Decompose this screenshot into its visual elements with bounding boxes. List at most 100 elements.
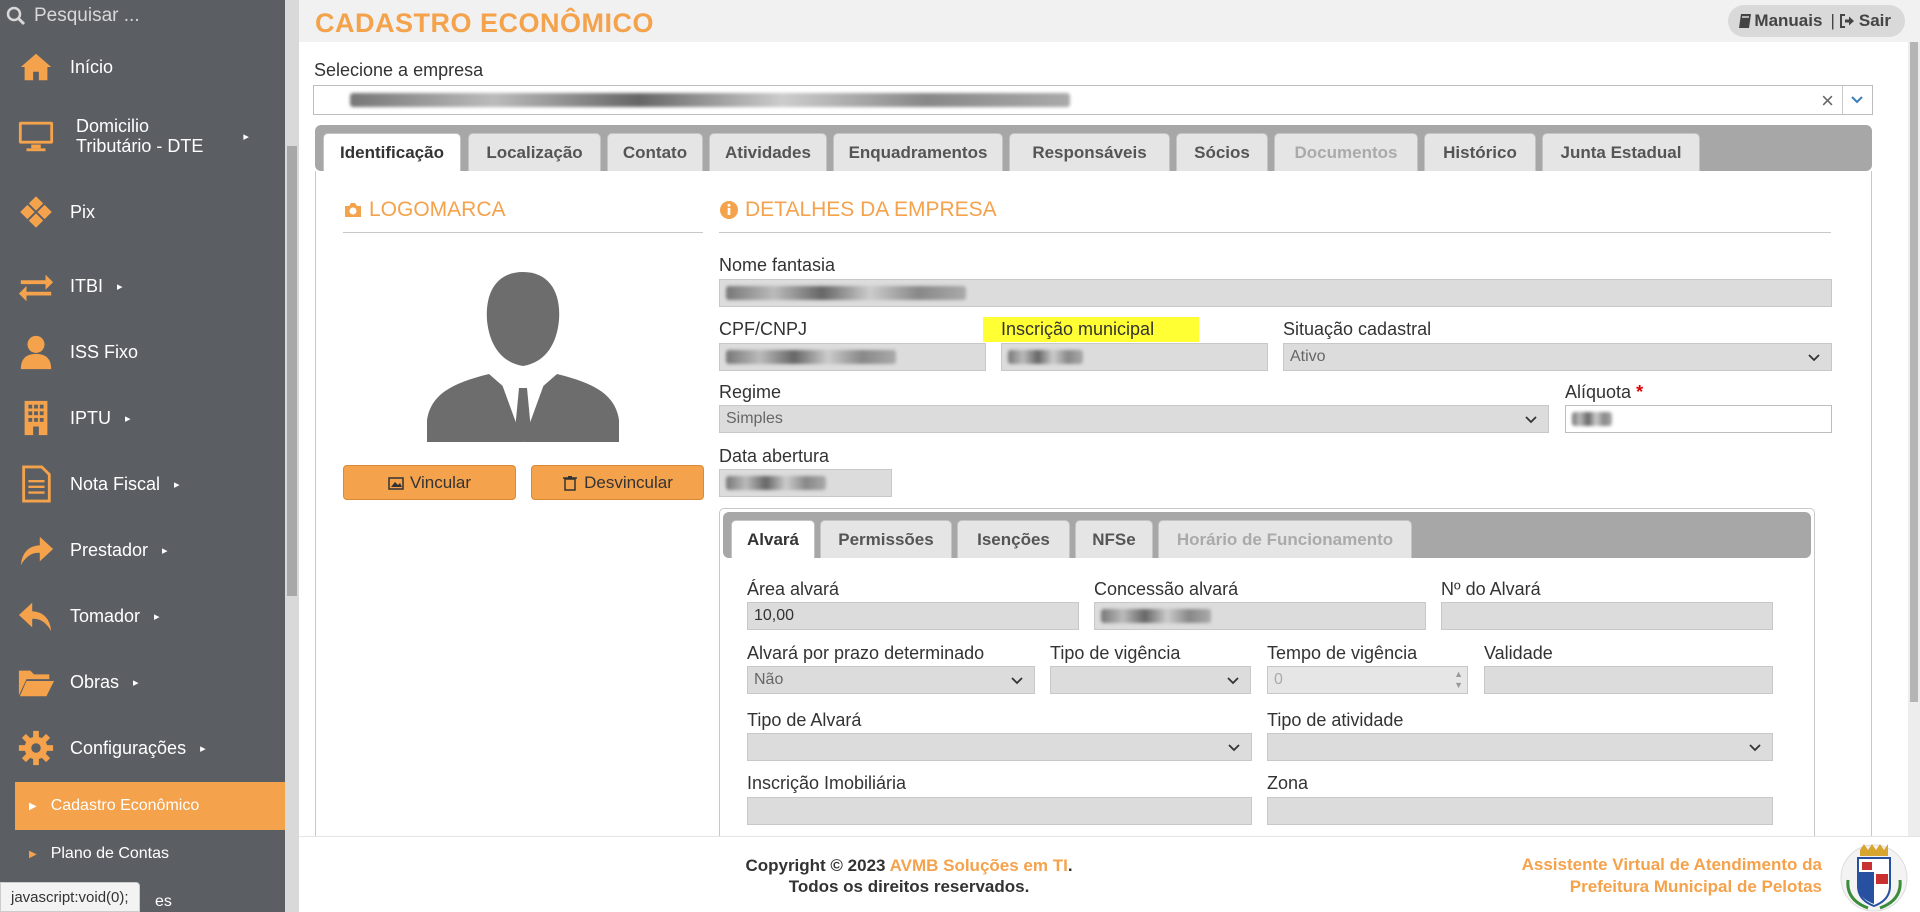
chevron-right-icon: ▸ [133, 676, 139, 689]
inscricao-imobiliaria-label: Inscrição Imobiliária [747, 773, 907, 793]
tipo-vigencia-label: Tipo de vigência [1050, 643, 1181, 663]
sair-link[interactable]: Sair [1859, 11, 1891, 31]
data-abertura-field[interactable] [719, 469, 892, 497]
prazo-label: Alvará por prazo determinado [747, 643, 985, 663]
tab-enquadramentos[interactable]: Enquadramentos [833, 133, 1003, 171]
tipo-vigencia-select[interactable] [1050, 666, 1251, 694]
clear-icon[interactable]: × [1821, 88, 1834, 114]
subtab-isencoes[interactable]: Isenções [957, 520, 1070, 558]
subtab-horario: Horário de Funcionamento [1158, 520, 1412, 558]
share-icon [16, 530, 56, 570]
desvincular-button[interactable]: Desvincular [531, 465, 704, 500]
building-icon [16, 398, 56, 438]
sidebar-item-label: Nota Fiscal [70, 473, 161, 494]
tab-socios[interactable]: Sócios [1176, 133, 1268, 171]
sidebar-sub-cadastro-economico[interactable]: ▶ Cadastro Econômico [15, 782, 285, 830]
sidebar-item-label: IPTU [70, 407, 112, 428]
prazo-select[interactable]: Não [747, 666, 1035, 694]
tab-identificacao[interactable]: Identificação [323, 133, 461, 171]
tab-junta-estadual[interactable]: Junta Estadual [1542, 133, 1700, 171]
subtab-permissoes[interactable]: Permissões [820, 520, 952, 558]
sidebar-item-label: Domicilio Tributário - DTE [76, 116, 204, 156]
book-icon [1739, 14, 1752, 28]
image-icon [388, 476, 404, 490]
sidebar-sub-plano-de-contas[interactable]: ▶ Plano de Contas [15, 830, 285, 878]
city-crest-logo [1840, 844, 1908, 912]
main-scrollbar[interactable] [1908, 42, 1920, 836]
sidebar-item-label: ISS Fixo [70, 341, 139, 362]
main-content: CADASTRO ECONÔMICO Manuais | Sair Seleci… [299, 0, 1920, 836]
tempo-vigencia-label: Tempo de vigência [1267, 643, 1418, 663]
sidebar-item-iptu[interactable]: IPTU ▸ [0, 396, 285, 440]
subtab-nfse[interactable]: NFSe [1075, 520, 1153, 558]
chevron-right-icon: ▸ [117, 280, 123, 293]
area-alvara-label: Área alvará [747, 579, 840, 599]
sidebar-search[interactable]: Pesquisar ... [0, 0, 285, 32]
sidebar-item-iss-fixo[interactable]: ISS Fixo [0, 330, 285, 374]
tab-documentos: Documentos [1274, 133, 1418, 171]
sidebar-item-prestador[interactable]: Prestador ▸ [0, 528, 285, 572]
empresa-select[interactable]: × [313, 85, 1873, 115]
subtab-alvara[interactable]: Alvará [731, 520, 815, 558]
separator: | [1830, 11, 1835, 30]
chevron-right-icon: ▸ [200, 742, 206, 755]
sidebar-item-configuracoes[interactable]: Configurações ▸ [0, 726, 285, 770]
assistant-text: Assistente Virtual de Atendimento da Pref… [1521, 855, 1822, 896]
sidebar-item-itbi[interactable]: ITBI ▸ [0, 264, 285, 308]
chevron-right-icon: ▸ [125, 412, 131, 425]
reply-icon [16, 596, 56, 636]
regime-select[interactable]: Simples [719, 405, 1549, 433]
scroll-thumb[interactable] [287, 146, 297, 596]
tab-contato[interactable]: Contato [607, 133, 703, 171]
document-icon [16, 464, 56, 504]
gear-icon [16, 728, 56, 768]
tipo-atividade-select[interactable] [1267, 733, 1773, 761]
tab-responsaveis[interactable]: Responsáveis [1009, 133, 1170, 171]
manuais-link[interactable]: Manuais [1754, 11, 1822, 31]
sidebar-item-inicio[interactable]: Início [0, 46, 285, 88]
empresa-label: Selecione a empresa [314, 60, 484, 80]
tab-historico[interactable]: Histórico [1424, 133, 1536, 171]
tipo-alvara-select[interactable] [747, 733, 1252, 761]
search-icon [6, 6, 26, 26]
dropdown-toggle[interactable] [1842, 86, 1872, 114]
sidebar-item-label: ITBI [70, 275, 104, 296]
validade-field[interactable] [1484, 666, 1773, 694]
logomarca-heading: LOGOMARCA [343, 198, 506, 222]
sidebar-item-nota-fiscal[interactable]: Nota Fiscal ▸ [0, 462, 285, 506]
folder-open-icon [16, 662, 56, 702]
aliquota-input[interactable] [1565, 405, 1832, 433]
sidebar-item-dte[interactable]: Domicilio Tributário - DTE ▸ [0, 112, 285, 160]
tab-localizacao[interactable]: Localização [468, 133, 601, 171]
sidebar-item-pix[interactable]: Pix [0, 190, 285, 234]
top-links: Manuais | Sair [1728, 5, 1905, 37]
chevron-down-icon [1749, 744, 1761, 752]
aliquota-label: Alíquota * [1565, 382, 1644, 402]
vincular-button[interactable]: Vincular [343, 465, 516, 500]
sidebar-item-obras[interactable]: Obras ▸ [0, 660, 285, 704]
area-alvara-field[interactable]: 10,00 [747, 602, 1079, 630]
nome-fantasia-field[interactable] [719, 279, 1832, 307]
zona-label: Zona [1267, 773, 1309, 793]
numero-alvara-label: Nº do Alvará [1441, 579, 1541, 599]
pix-icon [16, 192, 56, 232]
inscricao-imobiliaria-field[interactable] [747, 797, 1252, 825]
exchange-icon [16, 266, 56, 306]
tempo-vigencia-input[interactable]: 0 ▲ ▼ [1267, 666, 1468, 694]
chevron-down-icon [1227, 677, 1239, 685]
main-tabbar: Identificação Localização Contato Ativid… [315, 125, 1872, 171]
numero-alvara-field[interactable] [1441, 602, 1773, 630]
situacao-cadastral-select[interactable]: Ativo [1283, 343, 1832, 371]
inscricao-municipal-field[interactable] [1001, 343, 1268, 371]
spinner-icon[interactable]: ▲ ▼ [1454, 669, 1463, 691]
sidebar-item-tomador[interactable]: Tomador ▸ [0, 594, 285, 638]
tab-atividades[interactable]: Atividades [709, 133, 827, 171]
concessao-alvara-field[interactable] [1094, 602, 1426, 630]
chevron-down-icon [1228, 744, 1240, 752]
org-link[interactable]: AVMB Soluções em TI [890, 856, 1068, 875]
sidebar-scrollbar[interactable] [285, 0, 299, 912]
zona-field[interactable] [1267, 797, 1773, 825]
scroll-thumb[interactable] [1910, 42, 1918, 702]
cpf-cnpj-field[interactable] [719, 343, 986, 371]
user-icon [16, 332, 56, 372]
